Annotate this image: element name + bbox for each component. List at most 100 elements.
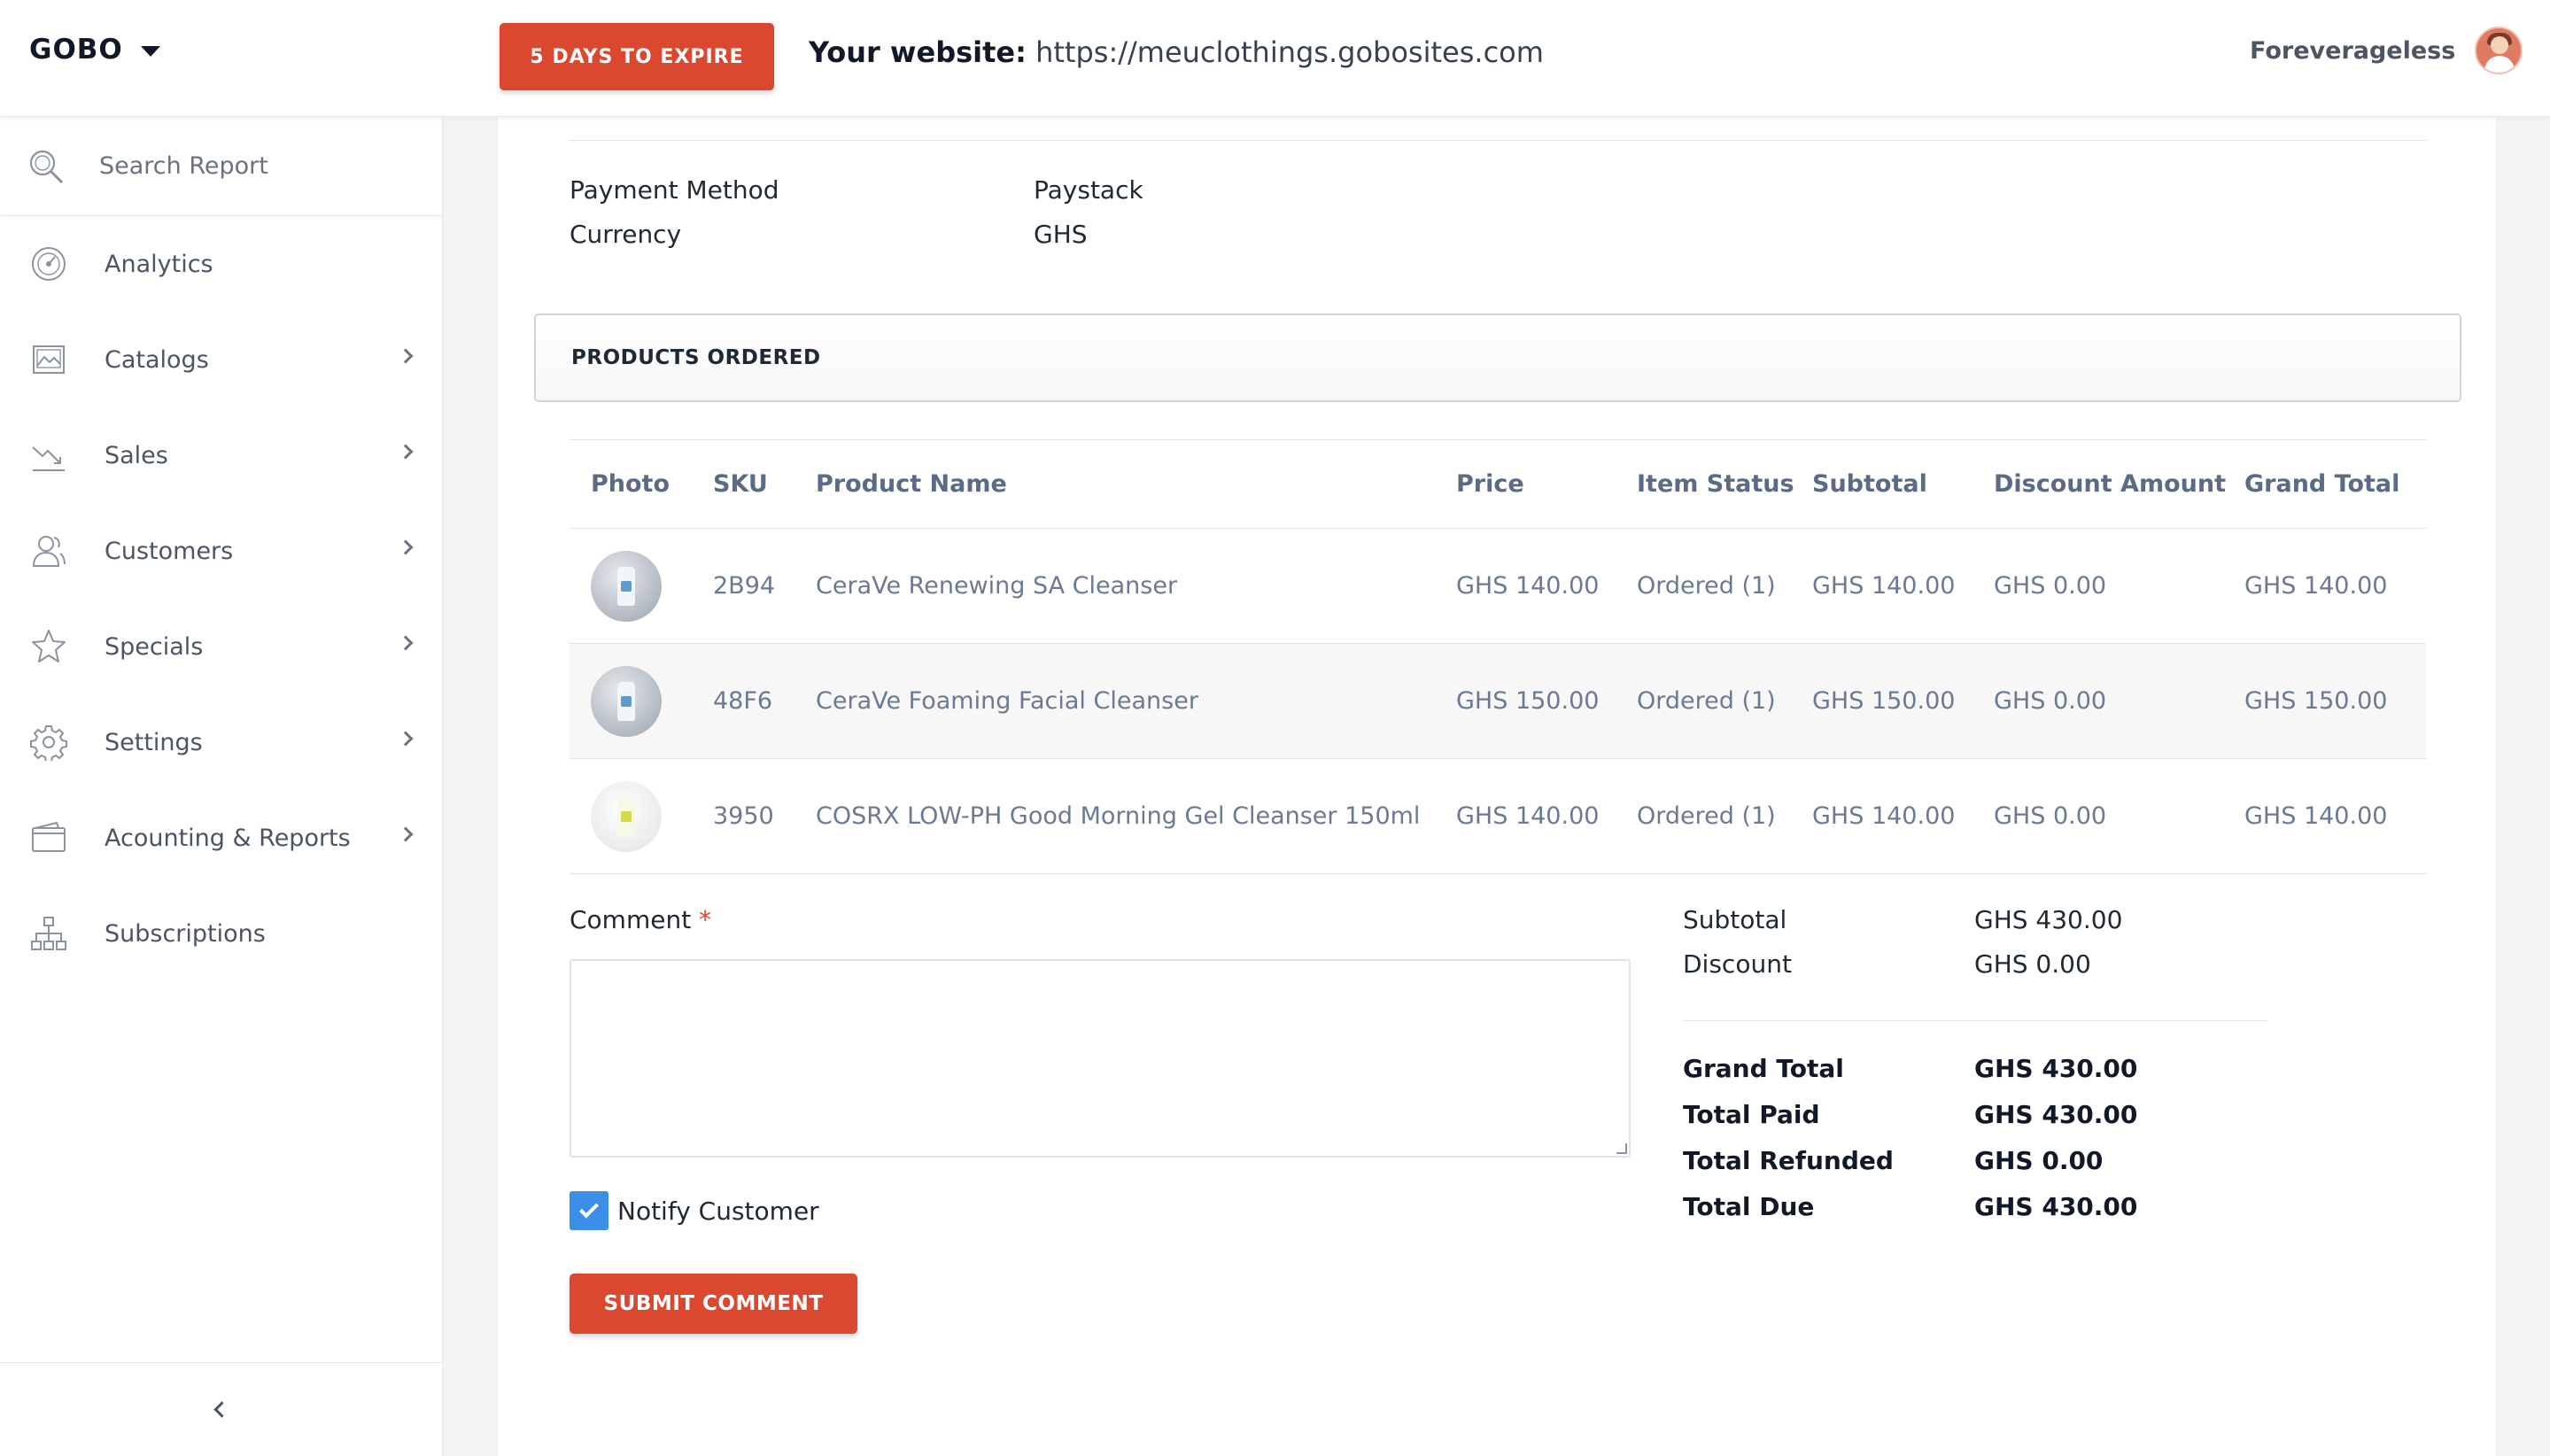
product-thumbnail[interactable] bbox=[591, 665, 662, 737]
sidebar-item-analytics[interactable]: Analytics bbox=[0, 216, 443, 312]
price-cell: GHS 140.00 bbox=[1456, 528, 1637, 644]
divider bbox=[1683, 1020, 2267, 1021]
payment-method-value: Paystack bbox=[1034, 175, 1143, 205]
chevron-right-icon bbox=[398, 348, 414, 364]
chevron-right-icon bbox=[398, 731, 414, 747]
grand-total-value: GHS 430.00 bbox=[1974, 1054, 2138, 1083]
sidebar-item-specials[interactable]: Specials bbox=[0, 599, 443, 694]
notify-customer-checkbox[interactable]: Notify Customer bbox=[570, 1191, 819, 1230]
users-icon bbox=[32, 536, 66, 567]
sidebar-item-customers[interactable]: Customers bbox=[0, 503, 443, 599]
sidebar-item-sales[interactable]: Sales bbox=[0, 407, 443, 503]
product-photo-cell bbox=[570, 528, 713, 644]
products-table: Photo SKU Product Name Price Item Status… bbox=[570, 439, 2426, 874]
sidebar-item-label: Customers bbox=[105, 537, 234, 565]
checkbox-checked[interactable] bbox=[570, 1191, 608, 1230]
column-header-discount-amount: Discount Amount bbox=[1994, 439, 2244, 529]
column-header-price: Price bbox=[1456, 439, 1637, 529]
totals-discount-row: Discount GHS 0.00 bbox=[1683, 949, 2091, 979]
total-paid-value: GHS 430.00 bbox=[1974, 1100, 2138, 1129]
divider bbox=[570, 140, 2426, 141]
products-ordered-header[interactable]: PRODUCTS ORDERED bbox=[534, 314, 2461, 402]
discount-cell: GHS 0.00 bbox=[1994, 758, 2244, 874]
sidebar-item-label: Subscriptions bbox=[105, 919, 266, 948]
currency-value: GHS bbox=[1034, 220, 1088, 249]
table-row: 48F6 CeraVe Foaming Facial Cleanser GHS … bbox=[570, 643, 2426, 759]
grand-total-label: Grand Total bbox=[1683, 1054, 1844, 1083]
total-due-label: Total Due bbox=[1683, 1192, 1815, 1221]
brand-menu[interactable]: GOBO bbox=[29, 34, 160, 66]
resize-handle-icon[interactable] bbox=[1616, 1143, 1627, 1154]
product-thumbnail[interactable] bbox=[591, 780, 662, 852]
comment-textarea[interactable] bbox=[570, 959, 1631, 1158]
subtotal-cell: GHS 150.00 bbox=[1812, 643, 1994, 759]
collapse-sidebar-button[interactable] bbox=[0, 1362, 443, 1456]
column-header-product-name: Product Name bbox=[816, 439, 1456, 529]
sidebar-item-label: Sales bbox=[105, 441, 168, 469]
website-label: Your website: bbox=[809, 35, 1027, 69]
subtotal-cell: GHS 140.00 bbox=[1812, 758, 1994, 874]
totals-total-paid-row: Total Paid GHS 430.00 bbox=[1683, 1100, 2137, 1129]
grand-total-cell: GHS 140.00 bbox=[2244, 758, 2426, 874]
table-row: 3950 COSRX LOW-PH Good Morning Gel Clean… bbox=[570, 758, 2426, 874]
sidebar-item-label: Specials bbox=[105, 632, 204, 661]
discount-cell: GHS 0.00 bbox=[1994, 643, 2244, 759]
total-paid-label: Total Paid bbox=[1683, 1100, 1820, 1129]
item-status-cell: Ordered (1) bbox=[1637, 528, 1812, 644]
comment-label-text: Comment bbox=[570, 905, 692, 934]
subtotal-cell: GHS 140.00 bbox=[1812, 528, 1994, 644]
user-menu[interactable]: Foreverageless bbox=[2250, 27, 2523, 74]
total-refunded-label: Total Refunded bbox=[1683, 1146, 1894, 1175]
expire-button[interactable]: 5 DAYS TO EXPIRE bbox=[500, 23, 774, 90]
search-input[interactable] bbox=[99, 152, 418, 180]
sidebar-item-label: Catalogs bbox=[105, 345, 209, 374]
gear-icon bbox=[30, 725, 67, 761]
sku-cell: 3950 bbox=[713, 758, 816, 874]
product-thumbnail[interactable] bbox=[591, 550, 662, 622]
price-cell: GHS 140.00 bbox=[1456, 758, 1637, 874]
sidebar-item-accounting[interactable]: Acounting & Reports bbox=[0, 790, 443, 886]
column-header-sku: SKU bbox=[713, 439, 816, 529]
subtotal-label: Subtotal bbox=[1683, 905, 1787, 934]
column-header-item-status: Item Status bbox=[1637, 439, 1812, 529]
totals-total-due-row: Total Due GHS 430.00 bbox=[1683, 1192, 2137, 1221]
sitemap-icon bbox=[31, 917, 66, 950]
submit-comment-button[interactable]: SUBMIT COMMENT bbox=[570, 1274, 857, 1334]
table-header-row: Photo SKU Product Name Price Item Status… bbox=[570, 439, 2426, 529]
item-status-cell: Ordered (1) bbox=[1637, 758, 1812, 874]
website-info: Your website: https://meuclothings.gobos… bbox=[809, 35, 1544, 69]
total-refunded-value: GHS 0.00 bbox=[1974, 1146, 2104, 1175]
sku-cell: 2B94 bbox=[713, 528, 816, 644]
currency-row: Currency GHS bbox=[570, 220, 1088, 249]
sidebar-item-subscriptions[interactable]: Subscriptions bbox=[0, 886, 443, 981]
chevron-right-icon bbox=[398, 539, 414, 555]
sidebar-nav: Analytics Catalogs Sales Customers Speci… bbox=[0, 216, 443, 981]
sku-cell: 48F6 bbox=[713, 643, 816, 759]
sidebar: Analytics Catalogs Sales Customers bbox=[0, 117, 443, 1456]
grand-total-cell: GHS 140.00 bbox=[2244, 528, 2426, 644]
price-cell: GHS 150.00 bbox=[1456, 643, 1637, 759]
notify-customer-label: Notify Customer bbox=[617, 1196, 819, 1226]
user-name: Foreverageless bbox=[2250, 36, 2456, 65]
grand-total-cell: GHS 150.00 bbox=[2244, 643, 2426, 759]
image-icon bbox=[33, 345, 65, 374]
comment-label: Comment * bbox=[570, 905, 711, 934]
required-mark: * bbox=[699, 905, 712, 934]
chevron-right-icon bbox=[398, 826, 414, 842]
website-link[interactable]: https://meuclothings.gobosites.com bbox=[1035, 35, 1544, 69]
item-status-cell: Ordered (1) bbox=[1637, 643, 1812, 759]
table-row: 2B94 CeraVe Renewing SA Cleanser GHS 140… bbox=[570, 528, 2426, 644]
product-photo-cell bbox=[570, 758, 713, 874]
chevron-left-icon bbox=[213, 1401, 230, 1418]
sidebar-item-catalogs[interactable]: Catalogs bbox=[0, 312, 443, 407]
total-due-value: GHS 430.00 bbox=[1974, 1192, 2138, 1221]
chevron-right-icon bbox=[398, 635, 414, 651]
product-name-cell: CeraVe Renewing SA Cleanser bbox=[816, 528, 1456, 644]
subtotal-value: GHS 430.00 bbox=[1974, 905, 2123, 934]
sidebar-item-label: Analytics bbox=[105, 250, 213, 278]
payment-method-label: Payment Method bbox=[570, 175, 779, 205]
sidebar-item-settings[interactable]: Settings bbox=[0, 694, 443, 790]
column-header-photo: Photo bbox=[570, 439, 713, 529]
discount-label: Discount bbox=[1683, 949, 1792, 979]
caret-down-icon bbox=[140, 46, 160, 57]
